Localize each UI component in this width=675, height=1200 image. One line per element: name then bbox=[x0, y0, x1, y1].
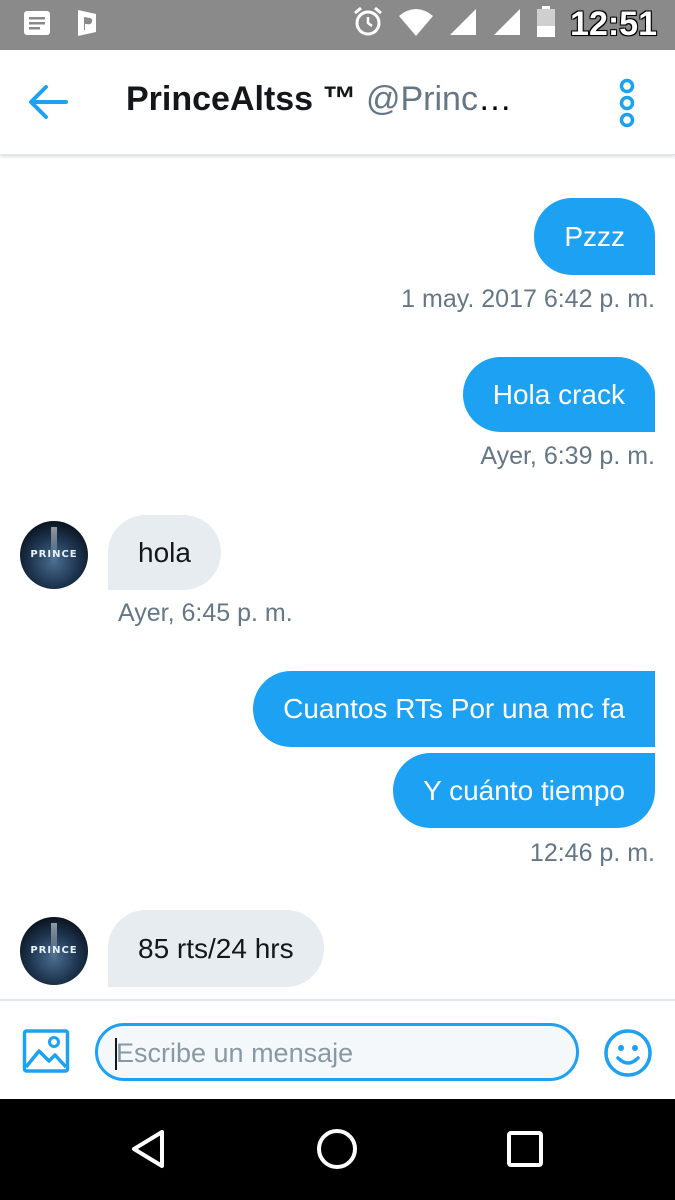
message-text: Y cuánto tiempo bbox=[423, 774, 625, 806]
image-icon bbox=[22, 1029, 70, 1073]
nav-home-button[interactable] bbox=[315, 1127, 359, 1171]
received-message-bubble[interactable]: hola bbox=[108, 515, 221, 590]
arrow-left-icon bbox=[29, 85, 68, 119]
message-timestamp: Ayer, 6:39 p. m. bbox=[480, 442, 655, 470]
system-navigation-bar bbox=[0, 1099, 675, 1200]
message-text: Hola crack bbox=[492, 378, 625, 410]
avatar[interactable]: PRINCE bbox=[20, 521, 88, 589]
contact-handle: @Prince… bbox=[365, 80, 526, 118]
message-list[interactable]: Pzzz 1 may. 2017 6:42 p. m. Hola crack A… bbox=[0, 155, 675, 1000]
message-composer bbox=[0, 999, 675, 1101]
contact-name: PrinceAltss ™ bbox=[126, 80, 357, 118]
sent-message-bubble[interactable]: Y cuánto tiempo bbox=[393, 753, 655, 828]
message-text: 85 rts/24 hrs bbox=[138, 932, 294, 964]
notification-icon bbox=[22, 9, 52, 42]
conversation-header: PrinceAltss ™ @Prince… bbox=[0, 50, 675, 155]
avatar[interactable]: PRINCE bbox=[20, 917, 88, 985]
sent-message-bubble[interactable]: Cuantos RTs Por una mc fa bbox=[253, 671, 655, 747]
avatar-label: PRINCE bbox=[30, 549, 78, 560]
nav-back-button[interactable] bbox=[128, 1127, 172, 1171]
status-bar: 12:51 bbox=[0, 0, 675, 50]
more-vertical-icon bbox=[619, 78, 635, 128]
signal-icon bbox=[448, 7, 478, 42]
message-text: Pzzz bbox=[564, 220, 625, 252]
emoji-button[interactable] bbox=[603, 1028, 653, 1078]
avatar-label: PRINCE bbox=[30, 945, 78, 956]
sent-message-bubble[interactable]: Hola crack bbox=[462, 357, 655, 432]
battery-icon bbox=[536, 6, 556, 43]
text-caret bbox=[115, 1038, 117, 1070]
back-button[interactable] bbox=[26, 82, 70, 122]
triangle-back-icon bbox=[132, 1130, 164, 1168]
alarm-icon bbox=[352, 6, 384, 43]
message-timestamp: 12:46 p. m. bbox=[529, 839, 655, 867]
app-icon bbox=[74, 8, 100, 43]
sent-message-bubble[interactable]: Pzzz bbox=[534, 198, 655, 275]
signal-icon bbox=[492, 7, 522, 42]
message-input[interactable] bbox=[114, 1034, 558, 1072]
message-input-wrapper[interactable] bbox=[95, 1023, 579, 1081]
add-image-button[interactable] bbox=[22, 1027, 70, 1075]
circle-home-icon bbox=[317, 1129, 357, 1169]
more-options-button[interactable] bbox=[610, 76, 644, 130]
wifi-icon bbox=[398, 7, 434, 42]
message-timestamp: 1 may. 2017 6:42 p. m. bbox=[401, 285, 655, 313]
status-time: 12:51 bbox=[570, 5, 657, 43]
message-text: Cuantos RTs Por una mc fa bbox=[283, 693, 625, 724]
conversation-title: PrinceAltss ™ @Prince… bbox=[126, 80, 526, 124]
emoji-icon bbox=[604, 1029, 652, 1077]
nav-recents-button[interactable] bbox=[503, 1127, 547, 1171]
square-recents-icon bbox=[507, 1131, 543, 1167]
message-timestamp: Ayer, 6:45 p. m. bbox=[118, 599, 293, 627]
message-text: hola bbox=[138, 536, 191, 568]
received-message-bubble[interactable]: 85 rts/24 hrs bbox=[108, 910, 324, 987]
